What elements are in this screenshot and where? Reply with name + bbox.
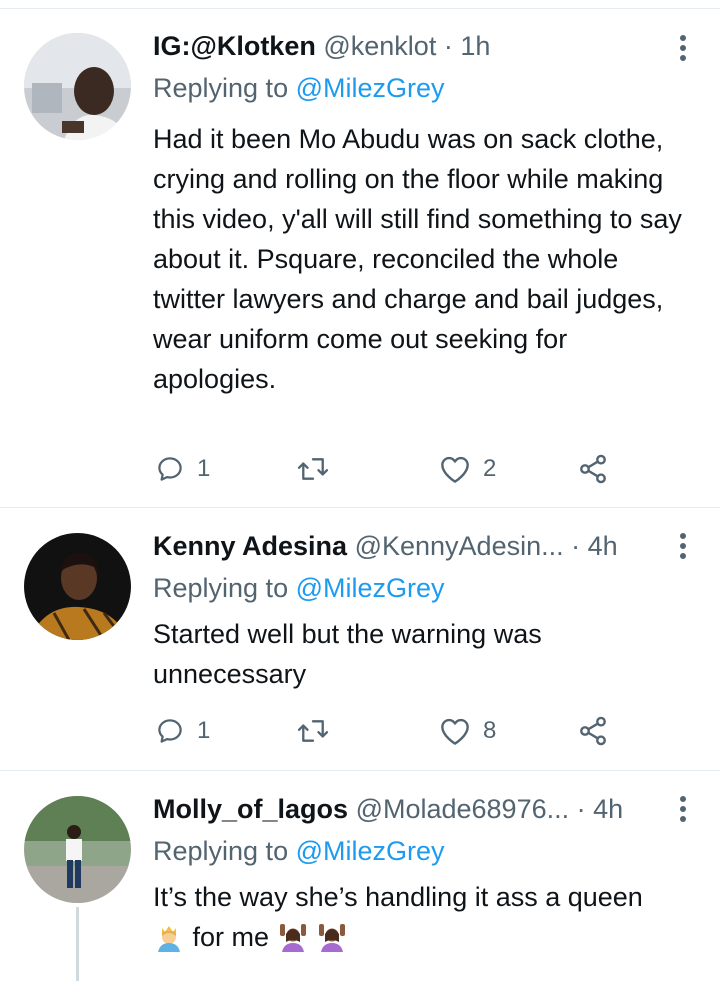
tweet-actions: 1 8 [153, 711, 633, 751]
timestamp[interactable]: 4h [588, 531, 618, 561]
avatar[interactable] [24, 33, 131, 140]
share-icon [577, 715, 609, 747]
mention-link[interactable]: @MilezGrey [296, 73, 445, 103]
retweet-icon [296, 716, 330, 746]
display-name[interactable]: IG:@Klotken [153, 31, 316, 61]
tweet-3[interactable]: Molly_of_lagos @Molade68976... · 4h Repl… [0, 771, 720, 981]
tweet-text-part: It’s the way she’s handling it ass a que… [153, 882, 643, 912]
tweet-text: Started well but the warning was unneces… [153, 619, 542, 689]
share-button[interactable] [577, 449, 609, 489]
more-options-icon[interactable] [670, 529, 696, 563]
top-divider [0, 0, 720, 9]
tweet-header: IG:@Klotken @kenklot · 1h [153, 29, 490, 63]
retweet-button[interactable] [296, 449, 342, 489]
separator: · [576, 794, 586, 824]
user-handle[interactable]: @Molade68976... [356, 794, 570, 824]
heart-icon [439, 716, 471, 746]
avatar[interactable] [24, 796, 131, 903]
tweet-actions: 1 2 [153, 449, 633, 489]
reply-icon [155, 454, 185, 484]
share-icon [577, 453, 609, 485]
display-name[interactable]: Molly_of_lagos [153, 794, 348, 824]
reply-button[interactable]: 1 [155, 711, 210, 751]
more-options-icon[interactable] [670, 792, 696, 826]
retweet-button[interactable] [296, 711, 342, 751]
separator: · [443, 31, 453, 61]
like-button[interactable]: 8 [439, 711, 496, 751]
replying-to: Replying to @MilezGrey [153, 571, 445, 605]
like-count: 8 [483, 717, 497, 744]
reply-button[interactable]: 1 [155, 449, 210, 489]
replying-to: Replying to @MilezGrey [153, 834, 445, 868]
user-handle[interactable]: @kenklot [323, 31, 436, 61]
more-options-icon[interactable] [670, 31, 696, 65]
share-button[interactable] [577, 711, 609, 751]
tweet-text-part: for me [192, 922, 270, 952]
tweet-1[interactable]: IG:@Klotken @kenklot · 1h Replying to @M… [0, 9, 720, 508]
heart-icon [439, 454, 471, 484]
thread-connector [76, 907, 79, 981]
princess-emoji [153, 920, 185, 952]
retweet-icon [296, 454, 330, 484]
replying-to-label: Replying to [153, 836, 289, 866]
tweet-2[interactable]: Kenny Adesina @KennyAdesin... · 4h Reply… [0, 508, 720, 771]
tweet-header: Molly_of_lagos @Molade68976... · 4h [153, 792, 623, 826]
reply-count: 1 [197, 455, 211, 482]
replying-to-label: Replying to [153, 573, 289, 603]
like-button[interactable]: 2 [439, 449, 496, 489]
replying-to-label: Replying to [153, 73, 289, 103]
tweet-text: Had it been Mo Abudu was on sack clothe,… [153, 124, 682, 394]
tweet-header: Kenny Adesina @KennyAdesin... · 4h [153, 529, 618, 563]
mention-link[interactable]: @MilezGrey [296, 836, 445, 866]
tweet-text: It’s the way she’s handling it ass a que… [153, 877, 653, 957]
reply-icon [155, 716, 185, 746]
woman-raising-hands-emoji [316, 920, 348, 952]
user-handle[interactable]: @KennyAdesin... [355, 531, 564, 561]
like-count: 2 [483, 455, 497, 482]
timestamp[interactable]: 4h [593, 794, 623, 824]
mention-link[interactable]: @MilezGrey [296, 573, 445, 603]
display-name[interactable]: Kenny Adesina [153, 531, 347, 561]
reply-count: 1 [197, 717, 211, 744]
woman-raising-hands-emoji [277, 920, 309, 952]
replying-to: Replying to @MilezGrey [153, 71, 445, 105]
timestamp[interactable]: 1h [460, 31, 490, 61]
separator: · [571, 531, 581, 561]
avatar[interactable] [24, 533, 131, 640]
